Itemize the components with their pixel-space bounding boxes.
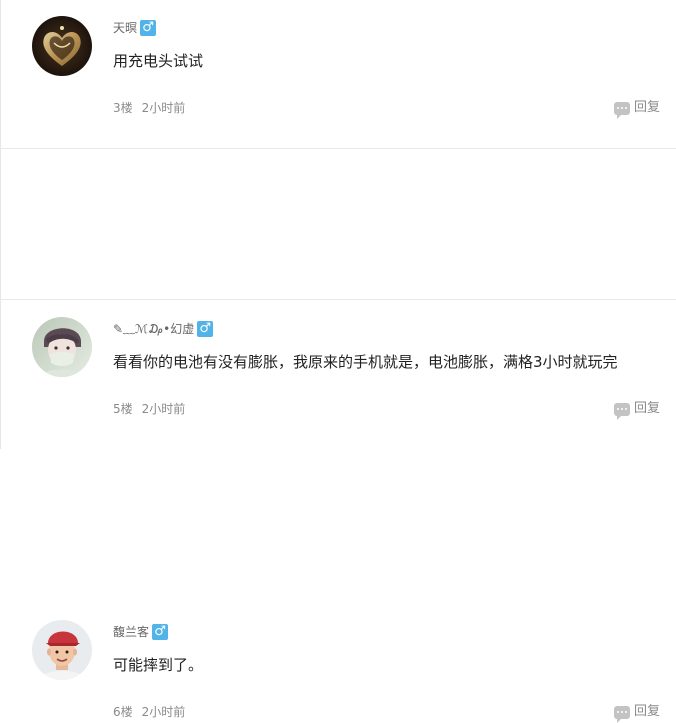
post-time: 2小时前 [141,705,186,719]
comment-item: ✎﹏ℳ₯•幻虚 ♂ 看看你的电池有没有膨胀，我原来的手机就是，电池膨胀，满格3小… [1,149,676,420]
reply-button[interactable]: 回复 [614,99,661,119]
male-icon: ♂ [140,20,157,36]
avatar[interactable] [32,16,92,76]
comment-meta: 3楼 2小时前 [113,99,185,117]
floor-number: 3楼 [113,101,133,115]
male-icon: ♂ [152,624,169,640]
comment-bubble-icon [614,101,630,119]
username[interactable]: 天暝 [113,19,137,37]
post-time: 2小时前 [141,101,186,115]
reply-label: 回复 [634,704,661,719]
comment-item: 馥兰客 ♂ 可能摔到了。 6楼 2小时前 回复 [1,300,676,723]
comment-item: 天暝 ♂ 用充电头试试 3楼 2小时前 回复 [1,0,676,149]
comment-bubble-icon [614,705,630,723]
floor-number: 6楼 [113,705,133,719]
user-row: 天暝 ♂ [113,19,157,37]
username[interactable]: 馥兰客 [113,623,149,641]
reply-label: 回复 [634,100,661,115]
heart-ornament-avatar-image [32,16,92,76]
user-row: 馥兰客 ♂ [113,623,169,641]
comment-text: 可能摔到了。 [113,656,204,674]
person-red-cap-avatar-image [32,620,92,680]
comment-text: 用充电头试试 [113,52,204,70]
reply-button[interactable]: 回复 [614,703,661,723]
comment-meta: 6楼 2小时前 [113,703,185,721]
avatar[interactable] [32,620,92,680]
comment-thread: 天暝 ♂ 用充电头试试 3楼 2小时前 回复 ✎﹏ℳ₯•幻虚 ♂ 看看你的电池有… [0,0,676,723]
